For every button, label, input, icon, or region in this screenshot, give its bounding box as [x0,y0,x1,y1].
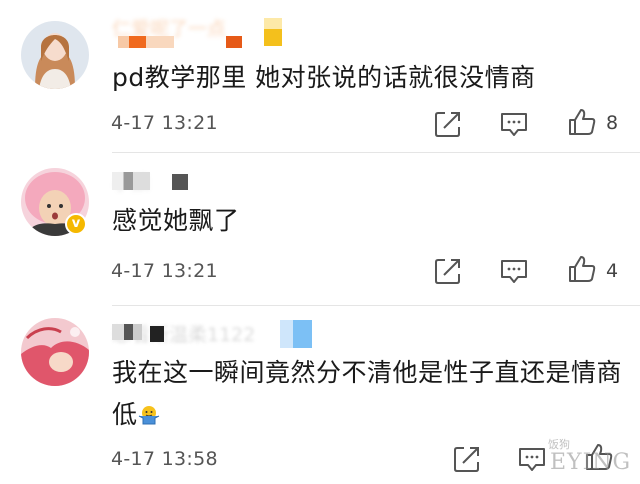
shrug-emoji-icon [138,406,159,425]
comment-item: 想看斯温柔1122 我在这一瞬间竟然分不清他是性子直还是情商低 4-17 13:… [0,0,640,484]
avatar[interactable] [21,318,89,386]
watermark: 饭狗 EYING [544,436,630,480]
comment-time: 4-17 13:58 [111,448,218,470]
share-icon[interactable] [452,444,482,474]
privacy-mosaic [280,320,312,348]
comment-text: 我在这一瞬间竟然分不清他是性子直还是情商低 [112,358,623,429]
username[interactable]: 想看斯温柔1122 [112,318,372,348]
privacy-mosaic [150,326,164,342]
comment-icon[interactable] [517,444,547,474]
watermark-big: EYING [550,450,632,475]
privacy-mosaic [112,324,142,340]
